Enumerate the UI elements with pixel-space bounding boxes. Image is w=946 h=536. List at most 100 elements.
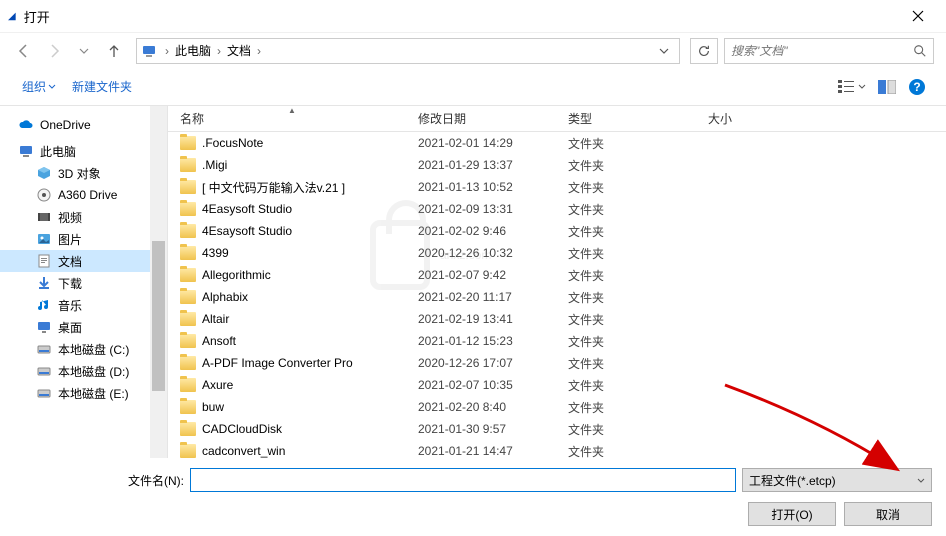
sidebar-item[interactable]: OneDrive (0, 114, 167, 136)
sidebar-item[interactable]: 本地磁盘 (D:) (0, 360, 167, 382)
folder-icon (180, 444, 196, 458)
open-button[interactable]: 打开(O) (748, 502, 836, 526)
nav-back-button[interactable] (12, 39, 36, 63)
sidebar-item[interactable]: 文档 (0, 250, 167, 272)
file-name-label: 4399 (202, 246, 229, 260)
folder-icon (180, 334, 196, 348)
file-type: 文件夹 (568, 421, 708, 438)
disk-icon (36, 363, 52, 379)
sidebar-item-label: 此电脑 (40, 143, 76, 160)
file-row[interactable]: Axure2021-02-07 10:35文件夹 (168, 374, 946, 396)
column-date[interactable]: 修改日期 (418, 110, 568, 127)
file-type: 文件夹 (568, 135, 708, 152)
help-icon: ? (908, 78, 926, 96)
file-row[interactable]: .FocusNote2021-02-01 14:29文件夹 (168, 132, 946, 154)
download-icon (36, 275, 52, 291)
chevron-down-icon (858, 84, 866, 89)
nav-up-button[interactable] (102, 39, 126, 63)
sidebar: OneDrive此电脑3D 对象A360 Drive视频图片文档下载音乐桌面本地… (0, 106, 168, 458)
sidebar-item[interactable]: 音乐 (0, 294, 167, 316)
file-type: 文件夹 (568, 223, 708, 240)
sidebar-item[interactable]: 图片 (0, 228, 167, 250)
sidebar-item[interactable]: 3D 对象 (0, 162, 167, 184)
file-name-label: A-PDF Image Converter Pro (202, 356, 353, 370)
nav-forward-button[interactable] (42, 39, 66, 63)
file-row[interactable]: Alphabix2021-02-20 11:17文件夹 (168, 286, 946, 308)
folder-icon (180, 202, 196, 216)
pc-icon (141, 43, 157, 59)
file-row[interactable]: [ 中文代码万能输入法v.21 ]2021-01-13 10:52文件夹 (168, 176, 946, 198)
file-name-label: CADCloudDisk (202, 422, 282, 436)
pic-icon (36, 231, 52, 247)
refresh-button[interactable] (690, 38, 718, 64)
file-row[interactable]: .Migi2021-01-29 13:37文件夹 (168, 154, 946, 176)
list-header: ▲ 名称 修改日期 类型 大小 (168, 106, 946, 132)
filetype-label: 工程文件(*.etcp) (749, 472, 836, 489)
file-row[interactable]: 4Esaysoft Studio 2021-02-02 9:46文件夹 (168, 220, 946, 242)
sidebar-item-label: 本地磁盘 (D:) (58, 363, 129, 380)
file-type: 文件夹 (568, 399, 708, 416)
organize-button[interactable]: 组织 (14, 74, 64, 99)
filename-label: 文件名(N): (14, 472, 184, 489)
file-row[interactable]: Altair2021-02-19 13:41文件夹 (168, 308, 946, 330)
file-type: 文件夹 (568, 245, 708, 262)
sidebar-item[interactable]: 本地磁盘 (E:) (0, 382, 167, 404)
organize-label: 组织 (22, 78, 46, 95)
search-icon[interactable] (913, 44, 927, 58)
file-row[interactable]: Allegorithmic2021-02-07 9:42文件夹 (168, 264, 946, 286)
footer: 文件名(N): 工程文件(*.etcp) 打开(O) 取消 (0, 458, 946, 536)
sidebar-scrollbar[interactable] (150, 106, 167, 458)
file-type: 文件夹 (568, 289, 708, 306)
cancel-button[interactable]: 取消 (844, 502, 932, 526)
breadcrumb-current[interactable]: 文档 (225, 42, 253, 59)
scrollbar-thumb[interactable] (152, 241, 165, 391)
breadcrumb-sep-icon: › (253, 44, 265, 58)
breadcrumb[interactable]: › 此电脑 › 文档 › (136, 38, 680, 64)
cloud-icon (18, 117, 34, 133)
file-type: 文件夹 (568, 157, 708, 174)
sidebar-item[interactable]: A360 Drive (0, 184, 167, 206)
file-date: 2021-02-02 9:46 (418, 224, 568, 238)
search-box[interactable] (724, 38, 934, 64)
file-row[interactable]: Ansoft2021-01-12 15:23文件夹 (168, 330, 946, 352)
filetype-select[interactable]: 工程文件(*.etcp) (742, 468, 932, 492)
arrow-left-icon (16, 43, 32, 59)
sidebar-item[interactable]: 桌面 (0, 316, 167, 338)
file-date: 2021-02-07 10:35 (418, 378, 568, 392)
filename-input[interactable] (190, 468, 736, 492)
file-type: 文件夹 (568, 311, 708, 328)
file-type: 文件夹 (568, 355, 708, 372)
file-name-label: .Migi (202, 158, 227, 172)
folder-icon (180, 422, 196, 436)
preview-button[interactable] (872, 76, 902, 98)
file-name-label: Allegorithmic (202, 268, 271, 282)
app-icon: ◢ (8, 11, 16, 22)
sidebar-item-label: 音乐 (58, 297, 82, 314)
file-row[interactable]: 4Easysoft Studio2021-02-09 13:31文件夹 (168, 198, 946, 220)
file-name-label: 4Esaysoft Studio (202, 224, 292, 238)
file-row[interactable]: cadconvert_win2021-01-21 14:47文件夹 (168, 440, 946, 458)
column-size[interactable]: 大小 (708, 110, 788, 127)
breadcrumb-dropdown[interactable] (653, 48, 675, 54)
newfolder-button[interactable]: 新建文件夹 (64, 74, 140, 99)
breadcrumb-root[interactable]: 此电脑 (173, 42, 213, 59)
view-button[interactable] (832, 76, 872, 98)
file-name-label: .FocusNote (202, 136, 263, 150)
search-input[interactable] (731, 44, 913, 58)
buttons-row: 打开(O) 取消 (14, 502, 932, 526)
file-row[interactable]: A-PDF Image Converter Pro2020-12-26 17:0… (168, 352, 946, 374)
column-type[interactable]: 类型 (568, 110, 708, 127)
sidebar-item[interactable]: 本地磁盘 (C:) (0, 338, 167, 360)
sidebar-item[interactable]: 此电脑 (0, 140, 167, 162)
sidebar-item[interactable]: 视频 (0, 206, 167, 228)
close-button[interactable] (898, 1, 938, 31)
file-row[interactable]: 43992020-12-26 10:32文件夹 (168, 242, 946, 264)
preview-icon (878, 80, 896, 94)
sidebar-item[interactable]: 下载 (0, 272, 167, 294)
file-row[interactable]: buw2021-02-20 8:40文件夹 (168, 396, 946, 418)
file-row[interactable]: CADCloudDisk2021-01-30 9:57文件夹 (168, 418, 946, 440)
file-name-label: 4Easysoft Studio (202, 202, 292, 216)
file-name-label: Axure (202, 378, 233, 392)
nav-recent-button[interactable] (72, 39, 96, 63)
help-button[interactable]: ? (902, 74, 932, 100)
